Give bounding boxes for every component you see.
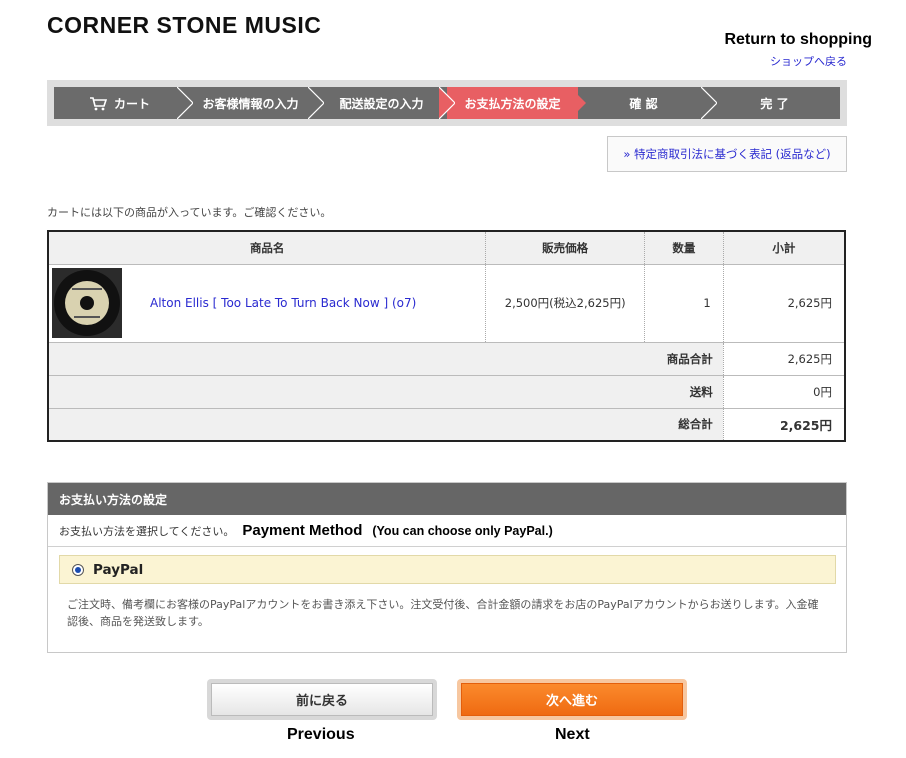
previous-button-frame: 前に戻る [207, 679, 437, 720]
legal-notice-link[interactable]: » 特定商取引法に基づく表記 (返品など) [623, 146, 830, 162]
record-label-image [52, 268, 122, 338]
payment-instruction: お支払い方法を選択してください。 [59, 524, 235, 538]
step-label: 完 了 [760, 96, 789, 111]
step-label: カート [113, 96, 150, 111]
step-separator-icon [177, 87, 193, 119]
payment-heading: お支払い方法の設定 [48, 483, 846, 515]
shipping-row: 送料 0円 [48, 375, 845, 409]
paypal-option[interactable]: PayPal [59, 555, 836, 584]
col-header-price: 販売価格 [485, 231, 645, 265]
payment-description: ご注文時、備考欄にお客様のPayPalアカウントをお書き添え下さい。注文受付後、… [67, 598, 819, 628]
shipping-label: 送料 [48, 375, 724, 409]
cart-icon [89, 96, 107, 111]
product-quantity: 1 [644, 264, 724, 343]
col-header-name: 商品名 [48, 231, 487, 265]
shipping-value: 0円 [723, 375, 845, 409]
col-header-subtotal: 小計 [723, 231, 845, 265]
checkout-progress: カート お客様情報の入力 配送設定の入力 お支払方法の設定 確 認 完 了 [47, 80, 847, 126]
step-complete: 完 了 [709, 87, 840, 119]
grand-total-label: 総合計 [48, 408, 724, 442]
step-cart: カート [54, 87, 193, 119]
step-separator-icon [701, 87, 717, 119]
product-subtotal: 2,625円 [723, 264, 845, 343]
table-header-row: 商品名 販売価格 数量 小計 [48, 231, 845, 265]
payment-method-note: (You can choose only PayPal.) [372, 523, 553, 538]
step-label: お客様情報の入力 [202, 96, 299, 111]
cart-table: 商品名 販売価格 数量 小計 Alton Ellis [ Too Late To… [47, 230, 846, 442]
radio-selected-dot [75, 566, 81, 573]
col-header-qty: 数量 [644, 231, 724, 265]
goods-total-label: 商品合計 [48, 342, 724, 376]
grand-total-row: 総合計 2,625円 [48, 408, 845, 442]
previous-caption: Previous [287, 726, 355, 743]
product-name-link[interactable]: Alton Ellis [ Too Late To Turn Back Now … [150, 296, 416, 310]
product-price: 2,500円(税込2,625円) [485, 264, 645, 343]
step-separator-icon [439, 87, 455, 119]
return-to-shopping-label: Return to shopping [724, 31, 872, 48]
step-separator-icon [570, 87, 586, 119]
step-label: 配送設定の入力 [339, 96, 424, 111]
payment-instruction-row: お支払い方法を選択してください。 Payment Method (You can… [48, 515, 846, 547]
step-label: 確 認 [629, 96, 658, 111]
next-caption: Next [555, 726, 590, 743]
grand-total-value: 2,625円 [723, 408, 845, 442]
paypal-option-label[interactable]: PayPal [93, 562, 143, 578]
step-confirm: 確 認 [578, 87, 717, 119]
payment-method-title: Payment Method [242, 522, 363, 539]
paypal-radio[interactable] [72, 563, 84, 576]
store-title: CORNER STONE MUSIC [47, 12, 322, 38]
cart-intro-text: カートには以下の商品が入っています。ご確認ください。 [47, 206, 332, 219]
goods-total-row: 商品合計 2,625円 [48, 342, 845, 376]
next-button[interactable]: 次へ進む [461, 683, 683, 716]
step-payment: お支払方法の設定 [447, 87, 586, 119]
previous-button[interactable]: 前に戻る [211, 683, 433, 716]
legal-notice-box: » 特定商取引法に基づく表記 (返品など) [607, 136, 847, 172]
return-to-shop-link[interactable]: ショップへ戻る [770, 53, 847, 69]
step-separator-icon [308, 87, 324, 119]
step-customer-info: お客様情報の入力 [185, 87, 324, 119]
step-delivery: 配送設定の入力 [316, 87, 455, 119]
step-label: お支払方法の設定 [464, 96, 561, 111]
table-row: Alton Ellis [ Too Late To Turn Back Now … [48, 264, 845, 343]
goods-total-value: 2,625円 [723, 342, 845, 376]
next-button-frame: 次へ進む [457, 679, 687, 720]
payment-method-panel: お支払い方法の設定 お支払い方法を選択してください。 Payment Metho… [47, 482, 847, 653]
product-thumbnail[interactable] [52, 268, 122, 338]
